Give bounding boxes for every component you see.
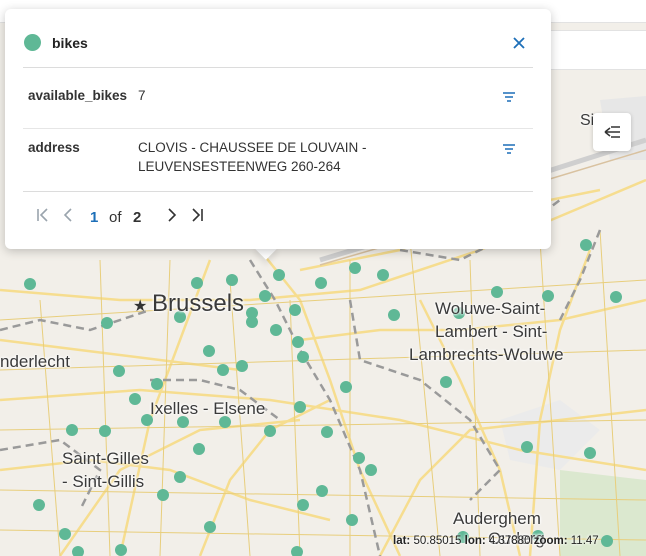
bike-station-marker[interactable] bbox=[440, 376, 452, 388]
bike-station-marker[interactable] bbox=[203, 345, 215, 357]
total-pages: 2 bbox=[133, 209, 142, 226]
filter-icon bbox=[503, 92, 515, 102]
bike-station-marker[interactable] bbox=[315, 277, 327, 289]
bike-station-marker[interactable] bbox=[580, 239, 592, 251]
label-saint-gilles-1: Saint-Gilles bbox=[62, 449, 149, 468]
bike-station-marker[interactable] bbox=[610, 291, 622, 303]
field-value: CLOVIS - CHAUSSEE DE LOUVAIN - LEUVENSES… bbox=[138, 140, 367, 174]
filter-icon bbox=[503, 144, 515, 154]
field-key: available_bikes bbox=[28, 88, 128, 103]
page-of-label: of bbox=[109, 209, 122, 226]
filter-button[interactable] bbox=[501, 142, 517, 156]
label-anderlecht: nderlecht bbox=[0, 352, 70, 371]
label-ixelles: Ixelles - Elsene bbox=[150, 399, 266, 418]
bike-station-marker[interactable] bbox=[24, 278, 36, 290]
label-auderghem: Auderghem bbox=[453, 509, 541, 528]
bike-station-marker[interactable] bbox=[377, 269, 389, 281]
bike-station-marker[interactable] bbox=[99, 425, 111, 437]
bike-station-marker[interactable] bbox=[521, 441, 533, 453]
pagination: 1 of 2 bbox=[23, 191, 533, 241]
bike-station-marker[interactable] bbox=[297, 499, 309, 511]
filter-button[interactable] bbox=[501, 90, 517, 104]
zoom-value: 11.47 bbox=[570, 535, 599, 547]
bike-station-marker[interactable] bbox=[388, 309, 400, 321]
lat-value: 50.85015 bbox=[413, 535, 462, 547]
bike-station-marker[interactable] bbox=[297, 351, 309, 363]
popup-header: bikes bbox=[23, 33, 533, 68]
bike-station-marker[interactable] bbox=[193, 443, 205, 455]
last-page-button[interactable] bbox=[189, 207, 205, 223]
bike-station-marker[interactable] bbox=[191, 277, 203, 289]
bike-station-marker[interactable] bbox=[270, 324, 282, 336]
lat-label: lat: bbox=[393, 535, 411, 547]
bike-station-marker[interactable] bbox=[346, 514, 358, 526]
toggle-panel-button[interactable] bbox=[593, 113, 631, 151]
secondary-toolbar bbox=[540, 30, 646, 70]
chevron-left-icon bbox=[63, 208, 72, 222]
bike-station-marker[interactable] bbox=[204, 521, 216, 533]
bike-station-marker[interactable] bbox=[236, 360, 248, 372]
lon-label: lon: bbox=[464, 535, 486, 547]
bike-station-marker[interactable] bbox=[33, 499, 45, 511]
coordinates-readout: lat: 50.85015 lon: 4.37880 zoom: 11.47 bbox=[393, 535, 599, 547]
bike-station-marker[interactable] bbox=[151, 378, 163, 390]
bike-station-marker[interactable] bbox=[289, 304, 301, 316]
bike-station-marker[interactable] bbox=[365, 464, 377, 476]
bike-station-marker[interactable] bbox=[66, 424, 78, 436]
first-page-icon bbox=[37, 208, 48, 222]
bike-station-marker[interactable] bbox=[113, 365, 125, 377]
bike-station-marker[interactable] bbox=[349, 262, 361, 274]
field-row: available_bikes 7 bbox=[23, 76, 533, 129]
prev-page-button[interactable] bbox=[61, 207, 77, 223]
bike-station-marker[interactable] bbox=[157, 489, 169, 501]
bike-station-marker[interactable] bbox=[321, 426, 333, 438]
bike-station-marker[interactable] bbox=[246, 316, 258, 328]
bike-station-marker[interactable] bbox=[115, 544, 127, 556]
bike-station-marker[interactable] bbox=[259, 290, 271, 302]
city-marker-icon: ★ bbox=[133, 296, 147, 315]
current-page: 1 bbox=[90, 209, 99, 226]
chevron-right-icon bbox=[168, 208, 177, 222]
lon-value: 4.37880 bbox=[488, 535, 531, 547]
zoom-label: zoom: bbox=[533, 535, 568, 547]
field-key: address bbox=[28, 140, 80, 155]
feature-popup: bikes available_bikes 7 address CLOVIS -… bbox=[5, 9, 551, 249]
close-button[interactable] bbox=[509, 33, 529, 53]
label-woluwe-1: Woluwe-Saint- bbox=[435, 299, 546, 318]
bike-station-marker[interactable] bbox=[273, 269, 285, 281]
layer-color-swatch bbox=[24, 34, 41, 51]
bike-station-marker[interactable] bbox=[59, 528, 71, 540]
bike-station-marker[interactable] bbox=[217, 364, 229, 376]
next-page-button[interactable] bbox=[163, 207, 179, 223]
bike-station-marker[interactable] bbox=[129, 393, 141, 405]
label-woluwe-2: Lambert - Sint- bbox=[435, 322, 548, 341]
label-woluwe-3: Lambrechts-Woluwe bbox=[409, 345, 564, 364]
bike-station-marker[interactable] bbox=[601, 535, 613, 547]
bike-station-marker[interactable] bbox=[101, 317, 113, 329]
first-page-button[interactable] bbox=[35, 207, 51, 223]
bike-station-marker[interactable] bbox=[316, 485, 328, 497]
close-icon bbox=[513, 37, 525, 49]
label-saint-gilles-2: - Sint-Gillis bbox=[62, 472, 145, 491]
bike-station-marker[interactable] bbox=[340, 381, 352, 393]
bike-station-marker[interactable] bbox=[264, 425, 276, 437]
bike-station-marker[interactable] bbox=[584, 447, 596, 459]
label-brussels: Brussels bbox=[152, 290, 245, 317]
panel-collapse-icon bbox=[604, 126, 620, 138]
bike-station-marker[interactable] bbox=[353, 452, 365, 464]
bike-station-marker[interactable] bbox=[292, 336, 304, 348]
bike-station-marker[interactable] bbox=[491, 286, 503, 298]
bike-station-marker[interactable] bbox=[226, 274, 238, 286]
field-row: address CLOVIS - CHAUSSEE DE LOUVAIN - L… bbox=[23, 128, 533, 190]
field-value: 7 bbox=[138, 88, 146, 103]
bike-station-marker[interactable] bbox=[294, 401, 306, 413]
last-page-icon bbox=[192, 208, 203, 222]
bike-station-marker[interactable] bbox=[174, 471, 186, 483]
layer-name: bikes bbox=[52, 35, 88, 51]
